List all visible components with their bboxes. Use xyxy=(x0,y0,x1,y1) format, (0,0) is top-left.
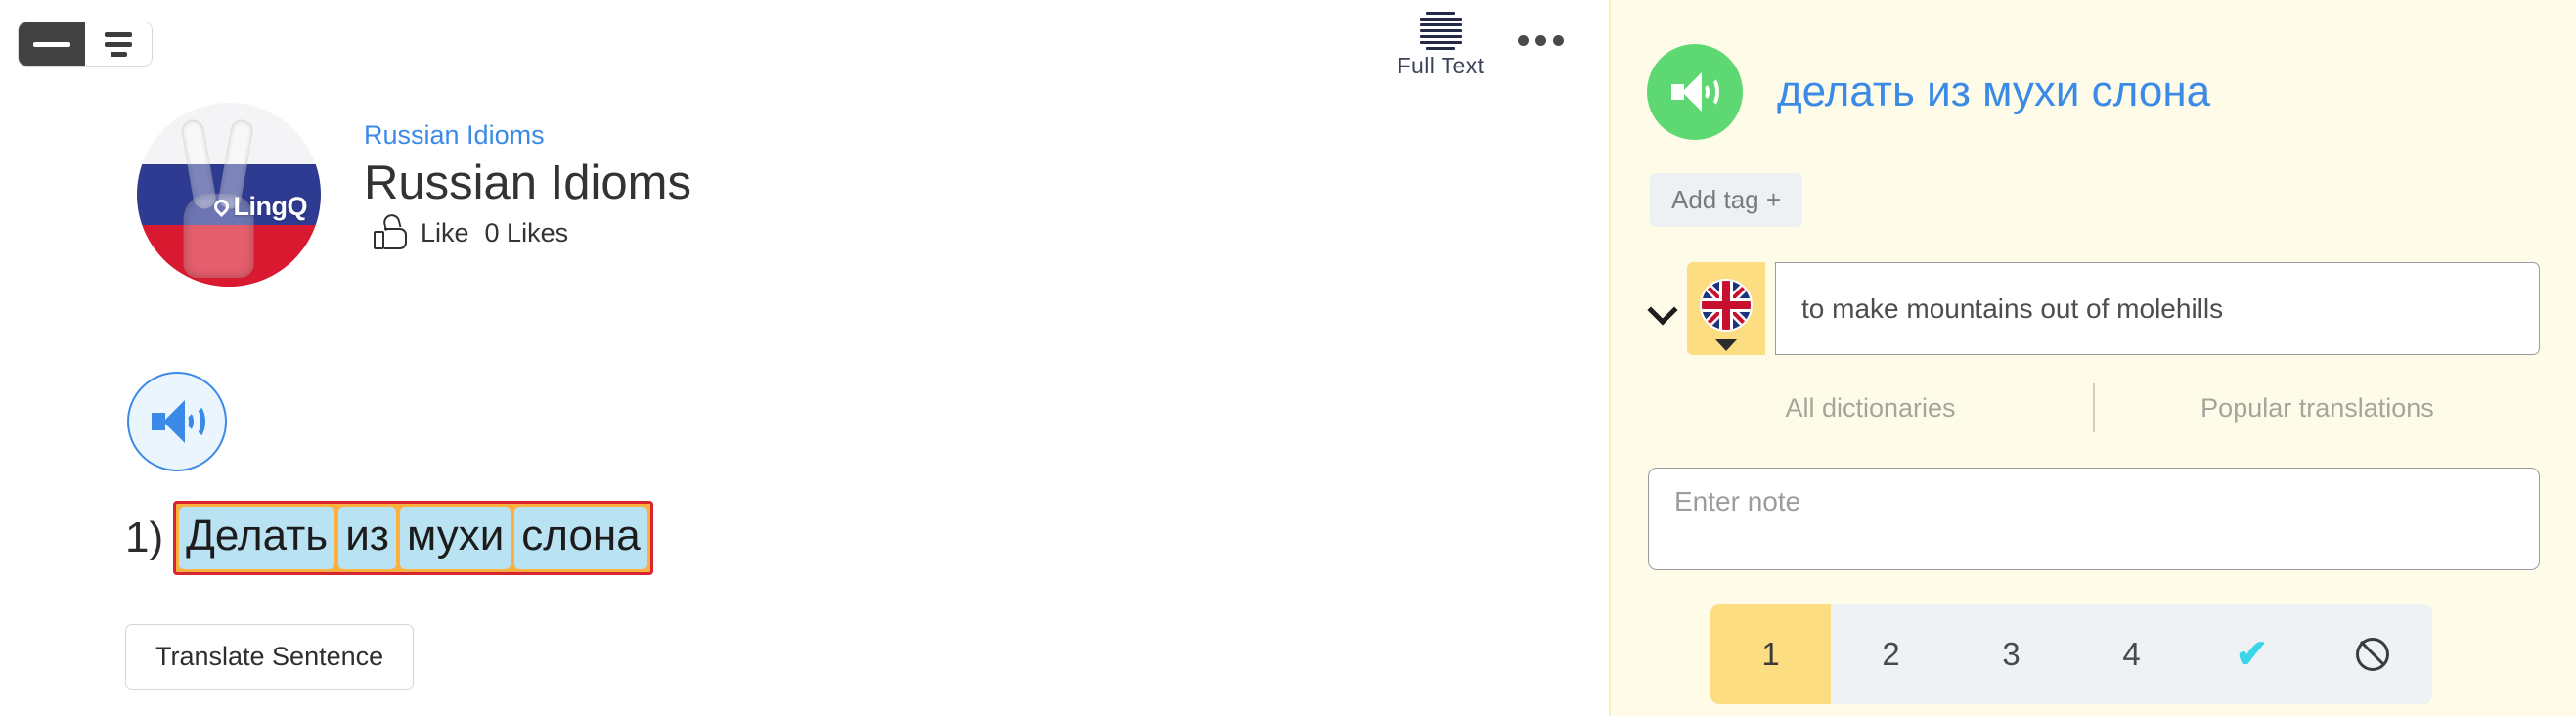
term-play-button[interactable] xyxy=(1647,44,1743,140)
full-text-icon xyxy=(1419,8,1462,50)
reader-pane: Full Text LingQ Russian Idioms Russian I… xyxy=(0,0,1609,716)
sentence-number: 1) xyxy=(125,514,164,561)
view-mode-sentence-button[interactable] xyxy=(19,22,85,66)
level-button-4[interactable]: 4 xyxy=(2071,604,2192,704)
sentence-play-button[interactable] xyxy=(127,372,227,471)
view-mode-toggle[interactable] xyxy=(18,22,153,67)
likes-count: 0 Likes xyxy=(484,218,569,248)
thumbs-up-icon xyxy=(374,212,407,249)
note-input[interactable]: Enter note xyxy=(1648,468,2540,570)
dictionary-tabs: All dictionaries Popular translations xyxy=(1648,383,2540,432)
lingq-widget-pane: делать из мухи слона Add tag + to make m… xyxy=(1609,0,2576,716)
like-label: Like xyxy=(421,218,469,248)
course-header: LingQ Russian Idioms Russian Idioms Like… xyxy=(137,103,691,287)
speaker-icon xyxy=(1671,72,1719,112)
word-token[interactable]: мухи xyxy=(399,507,511,569)
level-button-2[interactable]: 2 xyxy=(1831,604,1951,704)
language-dropdown-caret xyxy=(1715,339,1737,351)
breadcrumb-course-link[interactable]: Russian Idioms xyxy=(364,120,691,151)
like-row: Like 0 Likes xyxy=(364,212,691,249)
page-view-icon-line xyxy=(105,41,132,47)
like-button[interactable]: Like xyxy=(374,212,469,249)
lingq-pin-icon xyxy=(210,196,232,218)
course-meta: Russian Idioms Russian Idioms Like 0 Lik… xyxy=(364,103,691,249)
page-view-icon-line xyxy=(110,51,127,57)
chevron-down-icon[interactable] xyxy=(1648,294,1677,324)
full-text-button[interactable]: Full Text xyxy=(1387,8,1494,79)
translation-row: to make mountains out of molehills xyxy=(1648,262,2540,355)
add-tag-button[interactable]: Add tag + xyxy=(1650,173,1803,227)
check-icon: ✔ xyxy=(2235,633,2269,676)
translate-sentence-button[interactable]: Translate Sentence xyxy=(125,624,415,690)
tab-popular-translations[interactable]: Popular translations xyxy=(2095,393,2540,424)
translation-language-selector[interactable] xyxy=(1687,262,1765,355)
full-text-label: Full Text xyxy=(1397,53,1485,78)
word-token[interactable]: из xyxy=(338,507,396,569)
app-screen: Full Text LingQ Russian Idioms Russian I… xyxy=(0,0,2576,716)
lingq-logo: LingQ xyxy=(210,192,308,222)
ban-icon xyxy=(2355,638,2389,671)
sentence-row: 1) Делать из мухи слона xyxy=(125,501,653,575)
view-mode-page-button[interactable] xyxy=(85,22,152,66)
word-token[interactable]: слона xyxy=(514,507,647,569)
tab-all-dictionaries[interactable]: All dictionaries xyxy=(1648,393,2093,424)
highlighted-phrase[interactable]: Делать из мухи слона xyxy=(173,501,653,575)
level-button-1[interactable]: 1 xyxy=(1710,604,1831,704)
term-text: делать из мухи слона xyxy=(1777,67,2211,115)
sentence-view-icon xyxy=(33,41,70,47)
course-avatar: LingQ xyxy=(137,103,321,287)
uk-flag-icon xyxy=(1700,278,1753,332)
word-token[interactable]: Делать xyxy=(179,507,335,569)
speaker-icon xyxy=(152,400,205,443)
page-view-icon-line xyxy=(105,31,132,37)
page-title: Russian Idioms xyxy=(364,157,691,209)
level-button-3[interactable]: 3 xyxy=(1951,604,2071,704)
widget-header: делать из мухи слона xyxy=(1647,44,2210,140)
ignore-word-button[interactable] xyxy=(2312,604,2432,704)
translation-input[interactable]: to make mountains out of molehills xyxy=(1775,262,2540,355)
mark-known-button[interactable]: ✔ xyxy=(2192,604,2312,704)
level-selector: 1 2 3 4 ✔ xyxy=(1710,604,2432,704)
more-options-icon[interactable] xyxy=(1518,35,1564,46)
